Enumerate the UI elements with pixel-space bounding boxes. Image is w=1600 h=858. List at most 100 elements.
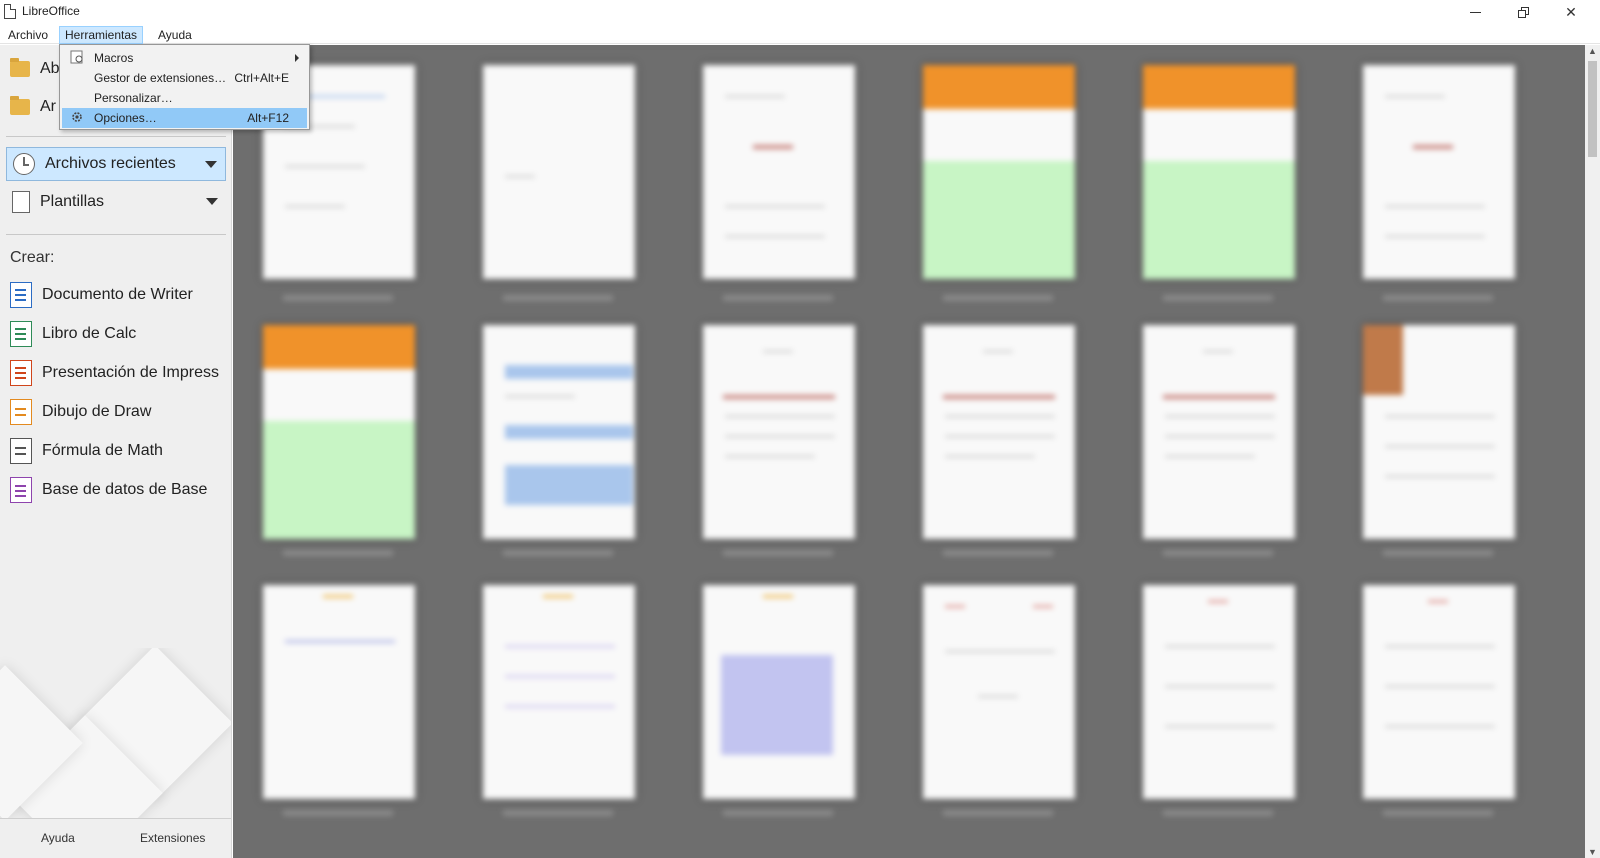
recent-document-thumbnail[interactable] <box>483 65 635 279</box>
menu-item-label: Opciones… <box>94 111 157 125</box>
scrollbar-thumb[interactable] <box>1588 61 1597 157</box>
recent-document-caption <box>943 295 1053 301</box>
create-math-label: Fórmula de Math <box>42 442 163 459</box>
recent-document-caption <box>723 810 833 816</box>
menu-item-shortcut: Alt+F12 <box>247 111 289 125</box>
recent-document-caption <box>1163 810 1273 816</box>
menu-ayuda[interactable]: Ayuda <box>152 26 198 44</box>
recent-document-caption <box>1383 810 1493 816</box>
recent-document-caption <box>943 810 1053 816</box>
recent-document-thumbnail[interactable] <box>1363 325 1515 539</box>
remote-files-label: Ar <box>40 98 56 115</box>
recent-document-thumbnail[interactable] <box>263 585 415 799</box>
macros-icon <box>70 50 83 64</box>
title-bar: LibreOffice ✕ <box>0 0 1600 24</box>
menu-item-shortcut: Ctrl+Alt+E <box>234 71 289 85</box>
restore-button[interactable] <box>1500 0 1546 24</box>
close-icon: ✕ <box>1565 3 1577 20</box>
window-title: LibreOffice <box>22 4 80 18</box>
recent-files-toggle[interactable]: Archivos recientes <box>6 147 226 181</box>
recent-document-thumbnail[interactable] <box>923 325 1075 539</box>
recent-document-thumbnail[interactable] <box>1363 585 1515 799</box>
recent-document-thumbnail[interactable] <box>1143 325 1295 539</box>
menu-item-macros[interactable]: Macros <box>62 48 307 68</box>
menu-herramientas[interactable]: Herramientas <box>59 26 144 44</box>
divider <box>6 136 226 137</box>
close-button[interactable]: ✕ <box>1548 0 1594 24</box>
recent-document-caption <box>503 810 613 816</box>
menu-archivo[interactable]: Archivo <box>2 26 54 44</box>
extensions-button[interactable]: Extensiones <box>140 831 205 845</box>
recent-document-caption <box>283 810 393 816</box>
recent-document-thumbnail[interactable] <box>483 585 635 799</box>
recent-document-caption <box>943 550 1053 556</box>
recent-document-caption <box>723 550 833 556</box>
create-impress-button[interactable]: Presentación de Impress <box>10 359 219 387</box>
open-file-button[interactable]: Ab <box>10 57 60 81</box>
chevron-down-icon[interactable] <box>206 198 218 205</box>
recent-document-thumbnail[interactable] <box>923 585 1075 799</box>
menu-item-options[interactable]: Opciones… Alt+F12 <box>62 108 307 128</box>
recent-document-thumbnail[interactable] <box>703 585 855 799</box>
scroll-up-icon[interactable]: ▲ <box>1588 46 1597 56</box>
vertical-scrollbar[interactable]: ▲ ▼ <box>1585 45 1600 858</box>
recent-document-thumbnail[interactable] <box>703 65 855 279</box>
menu-bar: Archivo Herramientas Ayuda <box>0 24 1600 44</box>
folder-icon <box>10 96 30 115</box>
recent-document-thumbnail[interactable] <box>1143 585 1295 799</box>
create-calc-button[interactable]: Libro de Calc <box>10 320 136 348</box>
recent-files-label: Archivos recientes <box>45 155 176 172</box>
recent-document-thumbnail[interactable] <box>1143 65 1295 279</box>
recent-document-caption <box>1383 295 1493 301</box>
recent-document-caption <box>1383 550 1493 556</box>
minimize-icon <box>1469 11 1481 13</box>
writer-icon <box>10 282 32 308</box>
restore-icon <box>1517 6 1529 18</box>
impress-icon <box>10 360 32 386</box>
create-calc-label: Libro de Calc <box>42 325 137 342</box>
create-draw-button[interactable]: Dibujo de Draw <box>10 398 151 426</box>
templates-label: Plantillas <box>40 193 105 210</box>
create-writer-button[interactable]: Documento de Writer <box>10 281 193 309</box>
calc-icon <box>10 321 32 347</box>
create-impress-label: Presentación de Impress <box>42 364 219 381</box>
recent-document-caption <box>503 550 613 556</box>
recent-document-caption <box>503 295 613 301</box>
clock-icon <box>13 153 35 175</box>
create-base-label: Base de datos de Base <box>42 481 208 498</box>
gear-icon <box>72 112 82 122</box>
recent-document-caption <box>283 550 393 556</box>
create-draw-label: Dibujo de Draw <box>42 403 152 420</box>
open-file-label: Ab <box>40 60 60 77</box>
remote-files-button[interactable]: Ar <box>10 95 56 119</box>
menu-item-customize[interactable]: Personalizar… <box>62 88 307 108</box>
draw-icon <box>10 399 32 425</box>
recent-document-caption <box>283 295 393 301</box>
recent-document-thumbnail[interactable] <box>1363 65 1515 279</box>
help-button[interactable]: Ayuda <box>41 831 75 845</box>
recent-document-thumbnail[interactable] <box>703 325 855 539</box>
divider <box>6 234 226 235</box>
submenu-arrow-icon <box>295 54 299 62</box>
chevron-down-icon[interactable] <box>205 161 217 168</box>
recent-document-thumbnail[interactable] <box>923 65 1075 279</box>
scroll-down-icon[interactable]: ▼ <box>1588 847 1597 857</box>
libreoffice-app-icon <box>4 4 16 19</box>
recent-document-caption <box>723 295 833 301</box>
recent-documents-area <box>233 45 1585 858</box>
menu-item-label: Personalizar… <box>94 91 173 105</box>
create-math-button[interactable]: Fórmula de Math <box>10 437 163 465</box>
menu-item-label: Gestor de extensiones… <box>94 71 227 85</box>
start-center-sidebar: Ab Ar Archivos recientes Plantillas Crea… <box>0 45 232 858</box>
menu-item-extension-manager[interactable]: Gestor de extensiones… Ctrl+Alt+E <box>62 68 307 88</box>
recent-document-thumbnail[interactable] <box>263 325 415 539</box>
minimize-button[interactable] <box>1452 0 1498 24</box>
template-icon <box>12 191 30 213</box>
recent-document-thumbnail[interactable] <box>483 325 635 539</box>
templates-toggle[interactable]: Plantillas <box>6 185 226 219</box>
folder-icon <box>10 58 30 77</box>
menu-item-label: Macros <box>94 51 134 65</box>
recent-document-caption <box>1163 295 1273 301</box>
create-writer-label: Documento de Writer <box>42 286 193 303</box>
create-base-button[interactable]: Base de datos de Base <box>10 476 207 504</box>
